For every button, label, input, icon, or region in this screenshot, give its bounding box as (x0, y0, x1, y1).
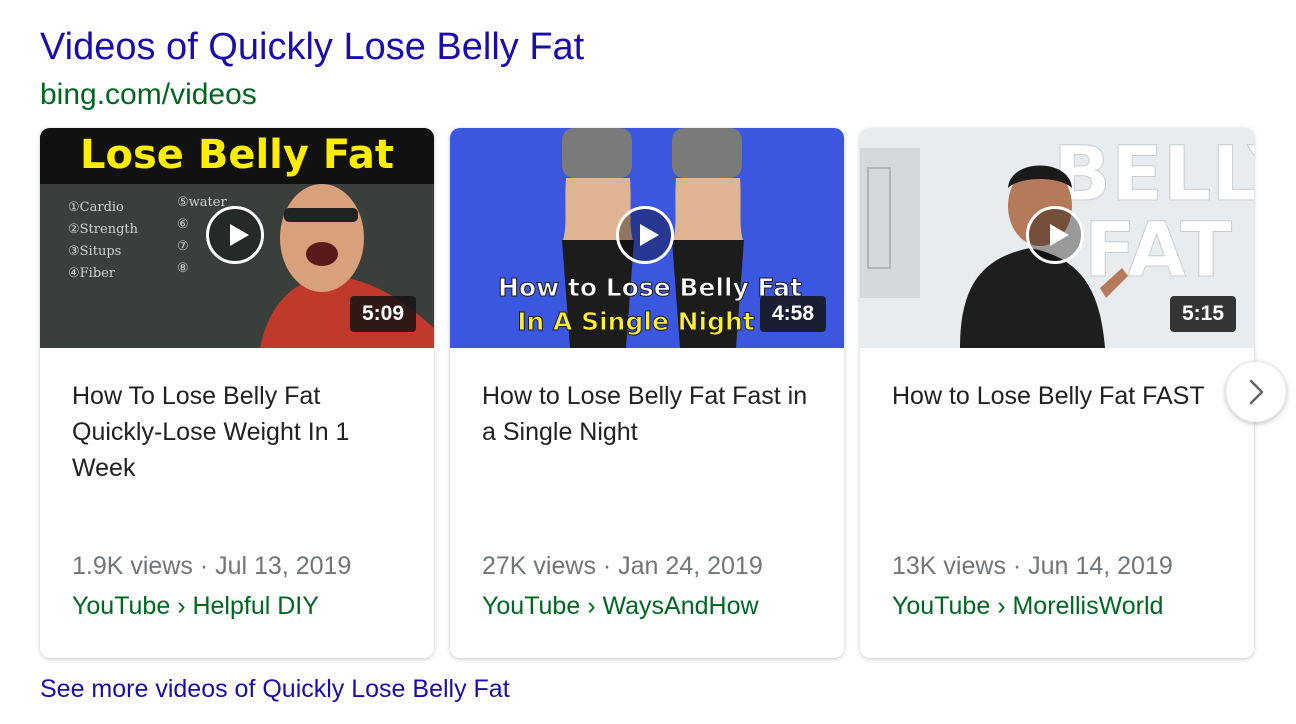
svg-text:①Cardio: ①Cardio (68, 200, 124, 215)
chevron-right-icon (1249, 379, 1264, 405)
thumbnail-line1: How to Lose Belly Fat (498, 273, 802, 302)
play-icon[interactable] (206, 206, 264, 264)
thumbnail-line2: FAT (1084, 205, 1232, 294)
video-title[interactable]: How to Lose Belly Fat Fast in a Single N… (482, 378, 812, 450)
svg-text:⑤water: ⑤water (177, 195, 227, 210)
video-views-date: 1.9K views · Jul 13, 2019 (72, 552, 352, 580)
svg-text:④Fiber: ④Fiber (68, 266, 116, 281)
video-thumbnail[interactable]: Lose Belly Fat ①Cardio ②Strength ③Situps… (40, 128, 434, 348)
svg-text:②Strength: ②Strength (68, 222, 139, 237)
svg-text:③Situps: ③Situps (68, 244, 121, 259)
video-views-date: 13K views · Jun 14, 2019 (892, 552, 1173, 580)
video-duration: 5:09 (349, 296, 416, 332)
video-thumbnail[interactable]: How to Lose Belly Fat In A Single Night … (450, 128, 844, 348)
video-channel[interactable]: YouTube › WaysAndHow (482, 592, 759, 621)
video-card[interactable]: How to Lose Belly Fat In A Single Night … (450, 128, 844, 658)
thumbnail-banner-text: Lose Belly Fat (80, 132, 394, 178)
svg-text:⑦: ⑦ (177, 239, 189, 254)
video-channel[interactable]: YouTube › MorellisWorld (892, 592, 1163, 621)
svg-text:⑥: ⑥ (177, 217, 189, 232)
next-videos-button[interactable] (1226, 362, 1286, 422)
video-thumbnail[interactable]: BELLY FAT 5:15 (860, 128, 1254, 348)
video-card[interactable]: BELLY FAT 5:15 How to Lose Belly Fat FAS… (860, 128, 1254, 658)
play-icon[interactable] (616, 206, 674, 264)
video-views-date: 27K views · Jan 24, 2019 (482, 552, 763, 580)
video-title[interactable]: How To Lose Belly Fat Quickly-Lose Weigh… (72, 378, 402, 486)
svg-text:⑧: ⑧ (177, 261, 189, 276)
thumbnail-line2: In A Single Night (517, 307, 755, 336)
see-more-videos-link[interactable]: See more videos of Quickly Lose Belly Fa… (40, 675, 510, 704)
results-title-link[interactable]: Videos of Quickly Lose Belly Fat (40, 26, 584, 69)
video-duration: 5:15 (1169, 296, 1236, 332)
video-title[interactable]: How to Lose Belly Fat FAST (892, 378, 1222, 414)
video-card[interactable]: Lose Belly Fat ①Cardio ②Strength ③Situps… (40, 128, 434, 658)
play-icon[interactable] (1026, 206, 1084, 264)
video-channel[interactable]: YouTube › Helpful DIY (72, 592, 319, 621)
video-duration: 4:58 (759, 296, 826, 332)
source-url[interactable]: bing.com/videos (40, 78, 257, 112)
